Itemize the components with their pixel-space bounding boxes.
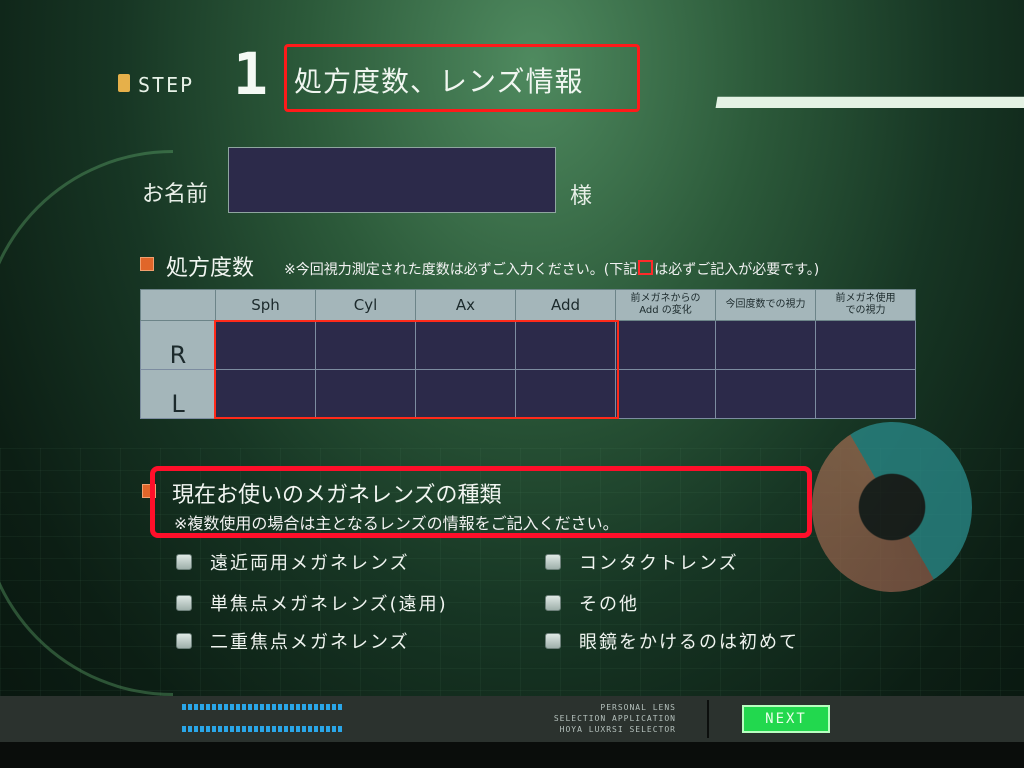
checkbox[interactable] bbox=[545, 633, 561, 649]
footer-progress-bar-top bbox=[182, 704, 344, 710]
brand-line-1: PERSONAL LENS bbox=[600, 703, 676, 712]
eye-decoration bbox=[812, 422, 972, 592]
col-prev-vision-line1: 前メガネ使用 bbox=[835, 293, 896, 304]
name-suffix: 様 bbox=[570, 184, 593, 209]
option-progressive[interactable]: 遠近両用メガネレンズ bbox=[176, 549, 410, 575]
col-cyl: Cyl bbox=[315, 289, 416, 321]
footer-bar bbox=[0, 696, 1024, 742]
cell-r-ax[interactable] bbox=[415, 320, 516, 370]
table-header-row: Sph Cyl Ax Add 前メガネからの Add の変化 今回度数での視力 前… bbox=[140, 289, 916, 321]
cell-r-prev-vision[interactable] bbox=[815, 320, 916, 370]
option-label: その他 bbox=[579, 594, 639, 615]
checkbox[interactable] bbox=[176, 595, 192, 611]
cell-r-sph[interactable] bbox=[215, 320, 316, 370]
cell-r-cyl[interactable] bbox=[315, 320, 416, 370]
col-sph: Sph bbox=[215, 289, 316, 321]
step-badge bbox=[118, 74, 130, 92]
step-label: STEP bbox=[138, 73, 195, 97]
title-highlight-box bbox=[284, 44, 640, 112]
col-add-change-line1: 前メガネからの bbox=[630, 293, 701, 304]
checkbox[interactable] bbox=[545, 554, 561, 570]
option-label: 単焦点メガネレンズ(遠用) bbox=[210, 594, 448, 615]
cell-l-prev-vision[interactable] bbox=[815, 369, 916, 419]
prescription-bullet-icon bbox=[140, 257, 154, 271]
col-prev-vision-line2: での視力 bbox=[845, 305, 886, 316]
prescription-note: ※今回視力測定された度数は必ずご入力ください。(下記 は必ずご記入が必要です。) bbox=[284, 259, 819, 279]
cell-l-add[interactable] bbox=[515, 369, 616, 419]
brand-line-3: HOYA LUXRSI SELECTOR bbox=[559, 725, 676, 734]
option-first-time[interactable]: 眼鏡をかけるのは初めて bbox=[545, 628, 799, 654]
name-label: お名前 bbox=[142, 182, 209, 207]
col-add-change: 前メガネからの Add の変化 bbox=[615, 289, 716, 321]
step-number: 1 bbox=[233, 40, 268, 108]
option-label: コンタクトレンズ bbox=[579, 553, 739, 574]
table-header-corner bbox=[140, 289, 216, 321]
prescription-table: Sph Cyl Ax Add 前メガネからの Add の変化 今回度数での視力 前… bbox=[140, 289, 916, 419]
col-current-vision: 今回度数での視力 bbox=[715, 289, 816, 321]
name-input[interactable] bbox=[228, 147, 556, 213]
row-label-r: R bbox=[140, 320, 216, 370]
table-row-right: R bbox=[140, 320, 916, 370]
cell-l-ax[interactable] bbox=[415, 369, 516, 419]
col-add-change-line2: Add の変化 bbox=[639, 305, 692, 316]
option-other[interactable]: その他 bbox=[545, 590, 639, 616]
prescription-note-before: ※今回視力測定された度数は必ずご入力ください。(下記 bbox=[284, 262, 638, 278]
prescription-note-after: は必ずご記入が必要です。) bbox=[654, 262, 820, 278]
cell-l-cyl[interactable] bbox=[315, 369, 416, 419]
option-label: 遠近両用メガネレンズ bbox=[210, 553, 410, 574]
option-single-vision[interactable]: 単焦点メガネレンズ(遠用) bbox=[176, 590, 448, 616]
cell-r-add[interactable] bbox=[515, 320, 616, 370]
checkbox[interactable] bbox=[176, 633, 192, 649]
cell-l-sph[interactable] bbox=[215, 369, 316, 419]
option-label: 二重焦点メガネレンズ bbox=[210, 632, 410, 653]
col-add: Add bbox=[515, 289, 616, 321]
next-button[interactable]: NEXT bbox=[742, 705, 830, 733]
option-bifocal[interactable]: 二重焦点メガネレンズ bbox=[176, 628, 410, 654]
brand-line-2: SELECTION APPLICATION bbox=[553, 714, 676, 723]
option-label: 眼鏡をかけるのは初めて bbox=[579, 632, 799, 653]
bottom-strip bbox=[0, 742, 1024, 768]
side-arc-decoration bbox=[0, 150, 173, 696]
cell-r-add-change[interactable] bbox=[615, 320, 716, 370]
row-label-l: L bbox=[140, 369, 216, 419]
table-row-left: L bbox=[140, 369, 916, 419]
col-ax: Ax bbox=[415, 289, 516, 321]
cell-r-current-vision[interactable] bbox=[715, 320, 816, 370]
checkbox[interactable] bbox=[176, 554, 192, 570]
checkbox[interactable] bbox=[545, 595, 561, 611]
lens-type-highlight-box bbox=[150, 466, 812, 538]
footer-brand-text: PERSONAL LENS SELECTION APPLICATION HOYA… bbox=[554, 702, 676, 735]
col-prev-vision: 前メガネ使用 での視力 bbox=[815, 289, 916, 321]
cell-l-add-change[interactable] bbox=[615, 369, 716, 419]
footer-progress-bar-bottom bbox=[182, 726, 344, 732]
required-marker-icon bbox=[638, 260, 654, 275]
footer-separator bbox=[707, 700, 709, 738]
option-contact-lens[interactable]: コンタクトレンズ bbox=[545, 549, 739, 575]
cell-l-current-vision[interactable] bbox=[715, 369, 816, 419]
prescription-title: 処方度数 bbox=[166, 256, 255, 281]
